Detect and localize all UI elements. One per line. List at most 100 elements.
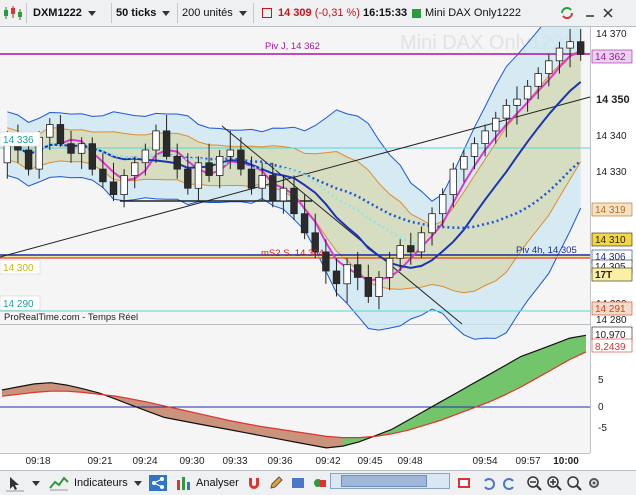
pointer-button[interactable] (4, 473, 40, 493)
candle-body (24, 149, 33, 170)
candle-body (258, 175, 266, 189)
chart-toolbar: DXM1222 50 ticks 200 unités 14 309 (-0,3… (0, 0, 636, 27)
candle-body (300, 213, 309, 234)
refresh-icon[interactable] (558, 4, 576, 22)
price-marker-label: 14 319 (595, 205, 626, 216)
chevron-down-icon (32, 480, 40, 486)
macd-tick-label: -5 (598, 423, 607, 434)
instrument-title-text: Mini DAX Only1222 (425, 7, 521, 19)
share-icon (149, 475, 167, 491)
x-tick: 09:36 (267, 456, 293, 467)
undo-icon[interactable] (480, 475, 496, 491)
candle-body (332, 270, 341, 285)
settings-icon[interactable] (586, 475, 602, 491)
instrument-title: Mini DAX Only1222 (412, 3, 521, 23)
candle-body (247, 168, 256, 189)
candle-body (353, 264, 362, 278)
candle-body (290, 187, 298, 215)
window-controls (558, 3, 614, 23)
price-tick-label: 14 370 (596, 29, 627, 40)
interval-selector[interactable]: 50 ticks (116, 3, 178, 23)
candle-body (173, 155, 181, 170)
candle-body (385, 257, 394, 278)
x-tick: 09:48 (397, 456, 423, 467)
pencil-icon[interactable] (268, 475, 284, 491)
candle-body (152, 130, 160, 151)
time-axis: 09:18 09:21 09:24 09:30 09:33 09:36 09:4… (0, 453, 590, 470)
shapes-icon[interactable] (312, 475, 328, 491)
macd-tick-label: 8,2439 (595, 342, 626, 353)
chevron-down-icon (162, 10, 171, 16)
candle-body (577, 41, 585, 55)
price-readout: 14 309 (-0,31 %) 16:15:33 (262, 3, 407, 23)
bottom-toolbar: Indicateurs Analyser (0, 470, 636, 495)
x-tick: 09:24 (132, 456, 158, 467)
candle-body (396, 245, 404, 259)
scroll-track[interactable] (330, 473, 450, 489)
layers-icon[interactable] (290, 475, 306, 491)
chart-type-icon[interactable] (2, 4, 24, 22)
drawing-tools (246, 473, 328, 493)
indicators-button[interactable]: Indicateurs (48, 473, 142, 493)
scroll-thumb[interactable] (341, 475, 427, 487)
x-tick: 09:30 (179, 456, 205, 467)
candle-body (120, 175, 128, 196)
price-tick-label: 14 350 (596, 94, 630, 106)
chevron-down-icon (238, 10, 247, 16)
candle-body (438, 194, 447, 215)
history-scroller[interactable] (330, 473, 450, 493)
candle-body (237, 149, 245, 170)
screenshot-icon[interactable] (456, 475, 472, 491)
minimize-icon[interactable] (584, 7, 596, 19)
zoom-out-icon[interactable] (526, 475, 542, 491)
left-marker-label: 14 300 (3, 263, 34, 274)
candle-body (343, 264, 351, 285)
macd-tick-label: 5 (598, 375, 604, 386)
candle-body (502, 105, 511, 119)
candle-body (141, 149, 150, 164)
pivot-4h-label: Piv 4h, 14 305 (516, 245, 577, 256)
macd-tick-label: 0 (598, 402, 604, 413)
candle-body (184, 168, 192, 189)
instrument-name: DXM1222 (33, 7, 82, 19)
left-marker-label: 14 336 (3, 135, 34, 146)
chart-area[interactable]: Mini DAX Only1222 Piv J, 14 362 Piv 4h, … (0, 27, 636, 453)
indicators-label: Indicateurs (74, 477, 128, 489)
chevron-down-icon (87, 10, 96, 16)
units-selector[interactable]: 200 unités (182, 3, 254, 23)
magnet-icon[interactable] (246, 475, 262, 491)
chevron-down-icon (133, 480, 142, 486)
close-icon[interactable] (602, 7, 614, 19)
candle-body (428, 213, 436, 234)
candle-body (279, 187, 288, 202)
candle-body (566, 41, 574, 49)
indicators-icon (49, 476, 69, 491)
source-label: ProRealTime.com - Temps Réel (4, 312, 138, 323)
candle-body (375, 276, 383, 297)
candle-body (470, 143, 479, 157)
candle-body (215, 155, 224, 176)
zoom-in-icon[interactable] (546, 475, 562, 491)
x-tick: 09:18 (25, 456, 51, 467)
instrument-selector[interactable]: DXM1222 (26, 3, 112, 23)
share-button[interactable] (148, 473, 168, 493)
candle-body (555, 47, 564, 62)
candle-body (77, 143, 86, 154)
candle-body (481, 130, 489, 145)
analyse-button[interactable]: Analyser (174, 473, 239, 493)
price-tick-label: 14 330 (596, 167, 627, 178)
candle-body (3, 143, 11, 164)
nav-tools (456, 473, 602, 493)
price-marker-label: 14 362 (595, 52, 626, 63)
candle-body (130, 162, 139, 176)
price-tick-label: 14 340 (596, 131, 627, 142)
candle-body (194, 162, 203, 189)
candle-body (492, 117, 500, 132)
units-value: 200 unités (182, 7, 233, 19)
pivot-daily-label: Piv J, 14 362 (265, 41, 320, 52)
candle-body (67, 143, 75, 154)
candle-body (460, 155, 468, 170)
redo-icon[interactable] (502, 475, 518, 491)
zoom-fit-icon[interactable] (566, 475, 582, 491)
candle-body (162, 130, 171, 157)
